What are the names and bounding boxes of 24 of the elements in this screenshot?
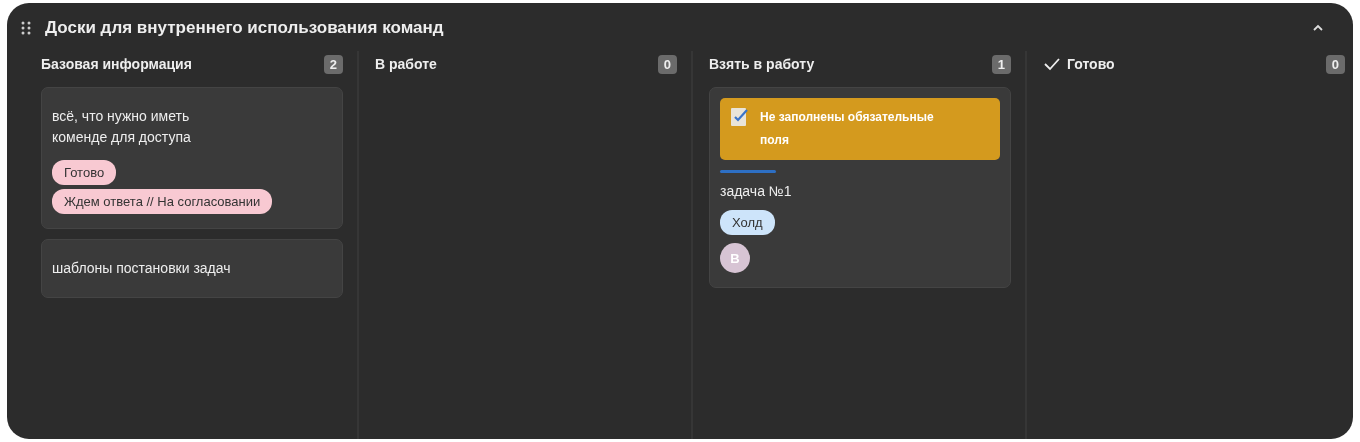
card-title: задача №1 — [720, 182, 793, 201]
card-title: шаблоны постановки задач — [52, 259, 232, 278]
accent-line — [720, 170, 776, 173]
checklist-icon — [730, 106, 750, 128]
warning-banner: Не заполнены обязательные поля — [720, 98, 1000, 160]
column-title: Готово — [1067, 56, 1116, 72]
column-title: В работе — [375, 56, 438, 72]
task-card[interactable]: Не заполнены обязательные поля задача №1 Холд В — [709, 87, 1011, 288]
status-tag: Ждем ответа // На согласовании — [52, 189, 273, 214]
card-count: 2 — [323, 54, 343, 74]
board-title: Доски для внутреннего использования команд — [45, 18, 445, 38]
card-count: 0 — [1325, 54, 1345, 74]
user-avatar: В — [720, 243, 750, 273]
card-title: всё, что нужно иметь коменде для доступа — [52, 107, 192, 147]
card-count: 1 — [991, 54, 1011, 74]
task-card[interactable]: шаблоны постановки задач — [41, 239, 343, 298]
column-title: Базовая информация — [41, 56, 193, 72]
column-title: Взять в работу — [709, 56, 816, 72]
check-icon — [1043, 57, 1061, 71]
drag-handle-icon[interactable] — [21, 21, 31, 35]
status-tag: Холд — [720, 210, 775, 235]
status-tag: Готово — [52, 160, 117, 185]
card-count: 0 — [657, 54, 677, 74]
task-card[interactable]: всё, что нужно иметь коменде для доступа Готово Ждем ответа // На согласовании — [41, 87, 343, 229]
